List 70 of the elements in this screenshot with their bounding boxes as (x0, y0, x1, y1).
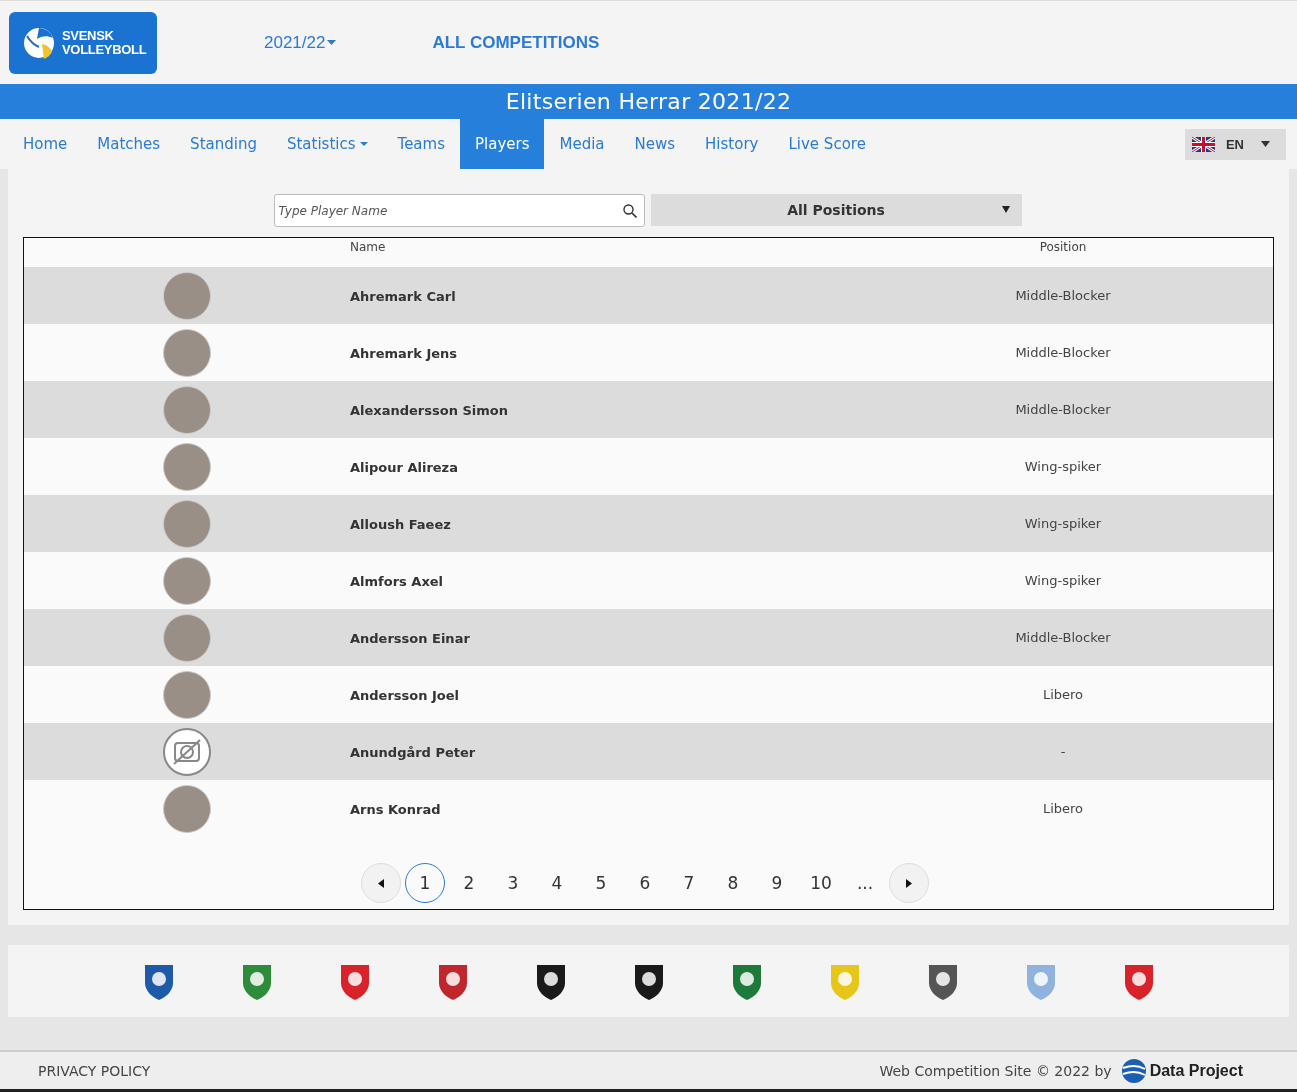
nav-tab[interactable]: News (619, 119, 691, 169)
search-icon (622, 204, 637, 218)
page-number[interactable]: 4 (537, 863, 577, 903)
copyright-text: Web Competition Site © 2022 by (879, 1062, 1112, 1079)
right-arrow-icon (906, 878, 912, 888)
season-dropdown[interactable]: 2021/22 (264, 32, 337, 53)
player-position: Libero (1042, 801, 1084, 816)
player-name: Ahremark Jens (350, 346, 458, 361)
search-field[interactable]: Type Player Name (273, 194, 645, 227)
player-position: Libero (1042, 687, 1084, 702)
nav-tab[interactable]: Live Score (773, 119, 881, 169)
player-position: Wing-spiker (1024, 573, 1102, 588)
player-name: Alexandersson Simon (350, 403, 509, 418)
player-row[interactable]: Ahremark Carl Middle-Blocker (24, 267, 1273, 324)
nav-tab[interactable]: Statistics (271, 119, 383, 169)
next-page-button[interactable] (889, 863, 929, 903)
logo-text: VOLLEYBOLL (62, 42, 147, 57)
page-title: Elitserien Herrar 2021/22 (505, 89, 792, 114)
left-arrow-icon (378, 878, 384, 888)
caret-icon (1001, 206, 1010, 213)
data-project-brand: Data Project (1149, 1061, 1243, 1080)
player-position: - (1060, 744, 1066, 759)
player-position: Middle-Blocker (1015, 630, 1111, 645)
position-dropdown[interactable]: All Positions (650, 194, 1022, 226)
page-number[interactable]: 5 (581, 863, 621, 903)
flag-icon (1191, 136, 1215, 152)
player-name: Anundgård Peter (350, 745, 476, 760)
page-number[interactable]: 6 (625, 863, 665, 903)
page-number[interactable]: 9 (757, 863, 797, 903)
caret-icon (1261, 141, 1270, 147)
player-position: Middle-Blocker (1015, 345, 1111, 360)
player-row[interactable]: Alexandersson Simon Middle-Blocker (24, 381, 1273, 438)
previous-page-button[interactable] (361, 863, 401, 903)
player-name: Andersson Joel (350, 688, 460, 703)
player-position: Wing-spiker (1024, 459, 1102, 474)
nav-tab[interactable]: Media (544, 119, 620, 169)
player-name: Alipour Alireza (350, 460, 458, 475)
nav-tab[interactable]: Home (8, 119, 83, 169)
player-position: Middle-Blocker (1015, 288, 1111, 303)
player-row[interactable]: Alloush Faeez Wing-spiker (24, 495, 1273, 552)
page-number[interactable]: 8 (713, 863, 753, 903)
player-position: Wing-spiker (1024, 516, 1102, 531)
player-name: Ahremark Carl (350, 289, 456, 304)
player-row[interactable]: Anundgård Peter - (24, 723, 1273, 780)
ball-icon (22, 25, 56, 60)
player-name: Alloush Faeez (350, 517, 451, 532)
nav-tab[interactable]: Matches (82, 119, 176, 169)
privacy-policy-link[interactable]: PRIVACY POLICY (38, 1062, 151, 1079)
logo-text: SVENSK (62, 28, 115, 43)
nav-tab[interactable]: History (690, 119, 774, 169)
page-number[interactable]: 3 (493, 863, 533, 903)
player-name: Almfors Axel (350, 574, 444, 589)
page-number[interactable]: 2 (449, 863, 489, 903)
nav-tab[interactable]: Teams (382, 119, 460, 169)
page-number[interactable]: 10 (801, 863, 841, 903)
language-dropdown[interactable]: EN (1184, 128, 1286, 160)
column-header: Name (350, 240, 386, 254)
all-competitions-link[interactable]: ALL COMPETITIONS (432, 32, 600, 53)
player-name: Arns Konrad (350, 802, 441, 817)
player-name: Andersson Einar (350, 631, 470, 646)
brand-logo[interactable]: SVENSK VOLLEYBOLL (9, 11, 157, 74)
nav-tab[interactable]: Players (460, 119, 545, 169)
globe-icon (1120, 1057, 1147, 1084)
player-position: Middle-Blocker (1015, 402, 1111, 417)
player-row[interactable]: Andersson Einar Middle-Blocker (24, 609, 1273, 666)
page-number[interactable]: ... (845, 863, 885, 903)
page-number[interactable]: 7 (669, 863, 709, 903)
column-header: Position (1039, 240, 1087, 254)
caret-icon (327, 40, 337, 45)
nav-tab[interactable]: Standing (175, 119, 272, 169)
